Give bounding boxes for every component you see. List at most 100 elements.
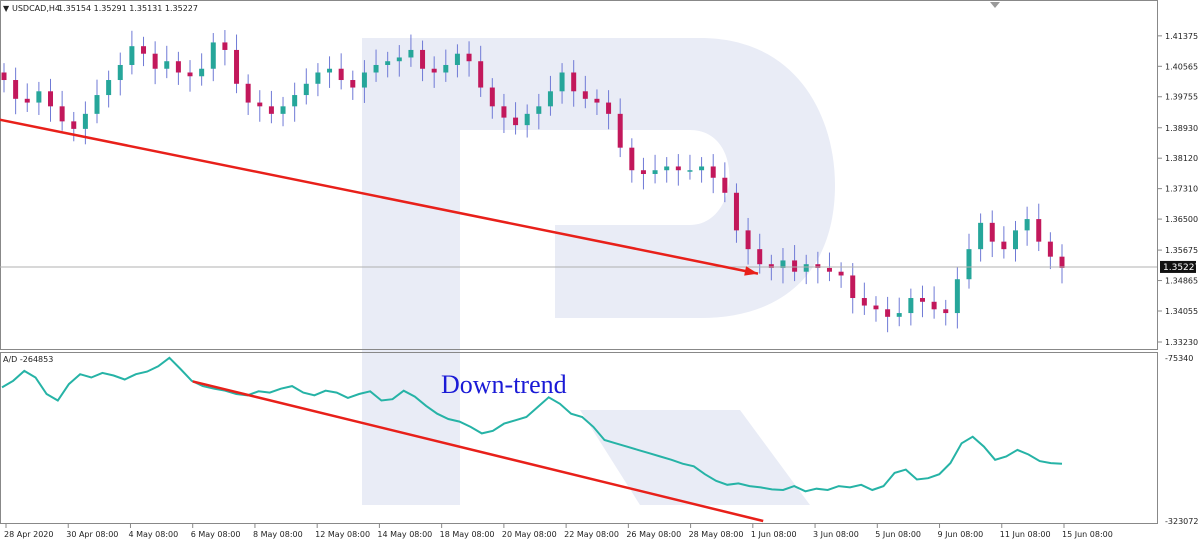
candle-body (606, 102, 612, 114)
candle-body (129, 46, 135, 65)
candle-body (303, 83, 309, 96)
candle-body (745, 230, 751, 250)
candle-body (675, 166, 681, 171)
candle-body (36, 91, 42, 103)
candle-body (582, 91, 588, 99)
candle-body (420, 49, 426, 69)
candle-body (292, 95, 298, 107)
candle-body (664, 166, 670, 171)
candle-body (547, 91, 553, 107)
candle-body (873, 305, 879, 310)
indicator-tick-label: -75340 (1165, 354, 1193, 363)
candle-body (826, 267, 832, 272)
price-tick-label: 1.34865 (1165, 277, 1198, 286)
candle-body (536, 106, 542, 114)
candle-body (13, 80, 19, 99)
candle-body (82, 113, 88, 129)
candle-body (954, 279, 960, 314)
candle-body (617, 113, 623, 148)
chart-canvas: 1.41375 1.40565 1.39755 1.38930 1.38120 1.373… (0, 0, 1200, 539)
candle-body (850, 275, 856, 299)
candle-body (268, 106, 274, 114)
candle-body (896, 313, 902, 317)
time-tick-label: 6 May 08:00 (191, 530, 241, 539)
time-axis: 28 Apr 2020 30 Apr 08:00 4 May 08:00 6 May … (4, 524, 1113, 539)
candle-body (1047, 241, 1053, 257)
candle-body (908, 298, 914, 314)
candle-body (919, 298, 925, 302)
time-tick-label: 18 May 08:00 (440, 530, 495, 539)
price-tick-label: 1.34055 (1165, 307, 1198, 316)
symbol-dropdown-icon[interactable]: ▼ (3, 4, 10, 13)
candle-body (315, 72, 321, 84)
time-tick-label: 26 May 08:00 (626, 530, 681, 539)
candle-body (71, 121, 77, 129)
symbol-header: USDCAD,H4 (12, 4, 60, 13)
candle-body (454, 53, 460, 65)
candle-body (408, 49, 414, 58)
candle-body (803, 264, 809, 272)
indicator-pane (0, 352, 1158, 524)
candle-body (106, 80, 112, 96)
candle-body (443, 64, 449, 73)
candle-body (861, 298, 867, 306)
candle-body (1012, 230, 1018, 250)
watermark-logo (362, 38, 835, 505)
time-tick-label: 3 Jun 08:00 (813, 530, 859, 539)
candle-body (1001, 241, 1007, 250)
candle-body (257, 102, 263, 107)
candle-body (1059, 256, 1065, 268)
time-tick-label: 28 May 08:00 (689, 530, 744, 539)
time-tick-label: 15 Jun 08:00 (1062, 530, 1113, 539)
candle-body (361, 72, 367, 88)
candle-body (199, 68, 205, 77)
candle-body (175, 61, 181, 73)
candle-body (466, 53, 472, 62)
candle-body (373, 64, 379, 73)
candle-body (722, 177, 728, 193)
time-tick-label: 5 Jun 08:00 (875, 530, 921, 539)
candle-body (59, 106, 65, 122)
time-tick-label: 11 Jun 08:00 (1000, 530, 1051, 539)
candle-body (187, 72, 193, 77)
candle-body (640, 170, 646, 174)
candle-body (757, 249, 763, 265)
candle-body (489, 87, 495, 107)
candle-body (978, 222, 984, 250)
price-tick-label: 1.35675 (1165, 246, 1198, 255)
candle-body (141, 46, 147, 54)
ohlc-values: 1.35154 1.35291 1.35131 1.35227 (58, 4, 198, 13)
candle-body (594, 98, 600, 103)
candle-body (699, 166, 705, 171)
candle-body (792, 260, 798, 272)
candle-body (966, 249, 972, 280)
candle-body (117, 64, 123, 81)
price-tick-label: 1.39755 (1165, 93, 1198, 102)
candle-body (733, 192, 739, 231)
time-tick-label: 28 Apr 2020 (4, 530, 53, 539)
price-tick-label: 1.40565 (1165, 62, 1198, 71)
candle-body (524, 113, 530, 126)
candle-body (710, 166, 716, 178)
time-tick-label: 14 May 08:00 (377, 530, 432, 539)
candle-body (1024, 219, 1030, 231)
indicator-header: A/D -264853 (3, 355, 53, 364)
shift-marker-icon[interactable] (990, 2, 1000, 8)
candle-body (350, 80, 356, 88)
candle-body (652, 170, 658, 174)
candle-body (234, 49, 240, 84)
candle-body (396, 57, 402, 62)
candle-body (571, 72, 577, 92)
time-tick-label: 1 Jun 08:00 (751, 530, 797, 539)
price-tick-label: 1.36500 (1165, 215, 1198, 224)
candle-body (385, 61, 391, 65)
time-tick-label: 9 Jun 08:00 (938, 530, 984, 539)
watermark-shape (580, 410, 810, 505)
candle-body (152, 53, 158, 69)
candle-body (629, 147, 635, 171)
indicator-tick-label: -323072 (1165, 517, 1198, 526)
candle-body (478, 61, 484, 88)
candle-body (280, 106, 286, 114)
candle-body (48, 91, 54, 107)
price-tick-label: 1.33230 (1165, 338, 1198, 347)
